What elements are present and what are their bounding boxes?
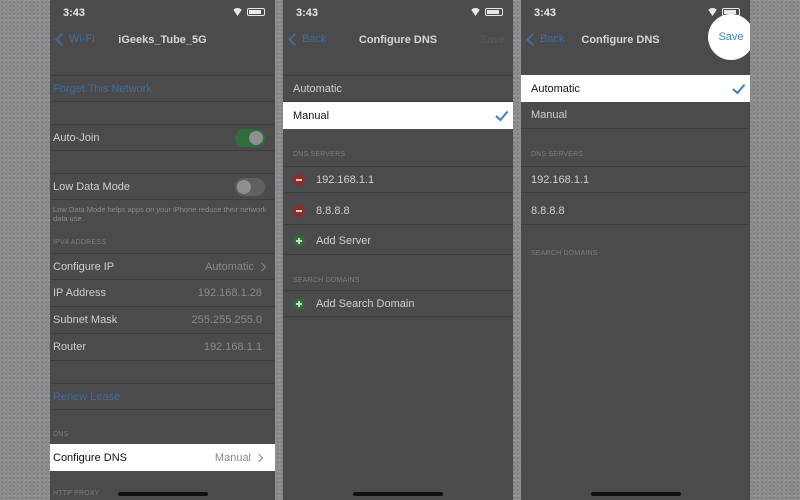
renew-lease-row[interactable]: Renew Lease: [50, 383, 275, 410]
subnet-mask-value: 255.255.255.0: [191, 314, 262, 326]
home-indicator: [117, 492, 208, 496]
add-search-domain-row[interactable]: Add Search Domain: [283, 290, 513, 317]
nav-bar: Back Configure DNS Save: [283, 26, 513, 56]
add-server-label: Add Server: [316, 235, 372, 247]
wifi-status-icon: [232, 8, 243, 16]
add-server-row[interactable]: Add Server: [283, 228, 513, 255]
home-indicator: [590, 492, 681, 496]
checkmark-icon: [732, 80, 746, 94]
auto-join-label: Auto-Join: [53, 131, 100, 144]
low-data-mode-label: Low Data Mode: [53, 180, 131, 193]
wifi-network-details-screen: 3:43 Wi-Fi iGeeks_Tube_5G Forget This Ne…: [50, 0, 275, 500]
subnet-mask-row: Subnet Mask 255.255.255.0: [50, 307, 275, 334]
dns-servers-header: DNS SERVERS: [531, 151, 584, 158]
configure-dns-row[interactable]: Configure DNS Manual: [50, 444, 275, 471]
battery-icon: [247, 8, 265, 16]
manual-label: Manual: [293, 109, 330, 122]
configure-ip-value: Automatic: [205, 260, 254, 273]
page-title: Configure DNS: [358, 34, 438, 46]
status-bar: 3:43: [283, 0, 513, 26]
dns-manual-option[interactable]: Manual: [521, 102, 750, 129]
configure-dns-automatic-screen: 3:43 Back Configure DNS Save Automatic M…: [521, 0, 750, 500]
save-button[interactable]: Save: [480, 34, 505, 46]
dns-servers-header: DNS SERVERS: [293, 151, 346, 158]
chevron-right-icon: [257, 262, 267, 271]
dns-automatic-option[interactable]: Automatic: [283, 75, 513, 102]
dns-server-value: 192.168.1.1: [531, 173, 590, 186]
dns-server-value: 192.168.1.1: [316, 173, 375, 186]
router-value: 192.168.1.1: [203, 341, 262, 353]
manual-label: Manual: [531, 109, 568, 121]
configure-dns-value: Manual: [214, 451, 251, 464]
http-proxy-section-header: HTTP PROXY: [53, 490, 100, 497]
dns-automatic-option[interactable]: Automatic: [521, 75, 750, 102]
remove-server-icon[interactable]: [293, 205, 305, 217]
configure-ip-row[interactable]: Configure IP Automatic: [50, 253, 275, 280]
add-search-domain-label: Add Search Domain: [316, 297, 415, 310]
low-data-mode-row: Low Data Mode: [50, 173, 275, 200]
status-time: 3:43: [63, 7, 86, 19]
status-bar: 3:43: [50, 0, 275, 26]
ip-address-row: IP Address 192.168.1.28: [50, 280, 275, 307]
ip-address-label: IP Address: [53, 287, 106, 299]
dns-server-row: 8.8.8.8: [283, 198, 513, 225]
configure-ip-label: Configure IP: [53, 260, 115, 273]
automatic-label: Automatic: [293, 82, 342, 95]
wifi-status-icon: [470, 8, 481, 16]
dns-server-row: 192.168.1.1: [283, 166, 513, 193]
wifi-status-icon: [707, 8, 718, 16]
dns-section-header: DNS: [53, 431, 69, 438]
subnet-mask-label: Subnet Mask: [53, 314, 118, 326]
forget-network-row[interactable]: Forget This Network: [50, 75, 275, 102]
chevron-right-icon: [254, 453, 264, 462]
remove-server-icon[interactable]: [293, 173, 305, 186]
low-data-mode-toggle[interactable]: [235, 177, 265, 196]
battery-icon: [485, 8, 503, 16]
low-data-mode-note: Low Data Mode helps apps on your iPhone …: [53, 205, 267, 223]
checkmark-icon: [495, 107, 509, 121]
auto-join-row: Auto-Join: [50, 124, 275, 151]
dns-server-row: 8.8.8.8: [521, 198, 750, 225]
automatic-label: Automatic: [531, 82, 580, 95]
ip-address-value: 192.168.1.28: [197, 287, 262, 299]
dns-server-value: 8.8.8.8: [316, 205, 350, 217]
page-title: iGeeks_Tube_5G: [118, 34, 207, 46]
configure-dns-manual-screen: 3:43 Back Configure DNS Save Automatic M…: [283, 0, 513, 500]
router-row: Router 192.168.1.1: [50, 334, 275, 361]
search-domains-header: SEARCH DOMAINS: [293, 277, 360, 284]
ipv4-section-header: IPV4 ADDRESS: [53, 239, 106, 246]
renew-lease-link: Renew Lease: [53, 390, 121, 403]
search-domains-header: SEARCH DOMAINS: [531, 250, 598, 257]
add-icon: [293, 297, 305, 310]
dns-manual-option[interactable]: Manual: [283, 102, 513, 129]
status-time: 3:43: [296, 7, 319, 19]
status-time: 3:43: [534, 7, 557, 19]
auto-join-toggle[interactable]: [235, 128, 265, 147]
nav-bar: Wi-Fi iGeeks_Tube_5G: [50, 26, 275, 56]
router-label: Router: [53, 341, 87, 353]
forget-network-link: Forget This Network: [53, 82, 152, 95]
add-icon: [293, 235, 305, 247]
home-indicator: [353, 492, 443, 496]
dns-server-value: 8.8.8.8: [531, 205, 565, 217]
dns-server-row: 192.168.1.1: [521, 166, 750, 193]
save-button[interactable]: Save: [708, 14, 750, 60]
configure-dns-label: Configure DNS: [53, 451, 127, 464]
